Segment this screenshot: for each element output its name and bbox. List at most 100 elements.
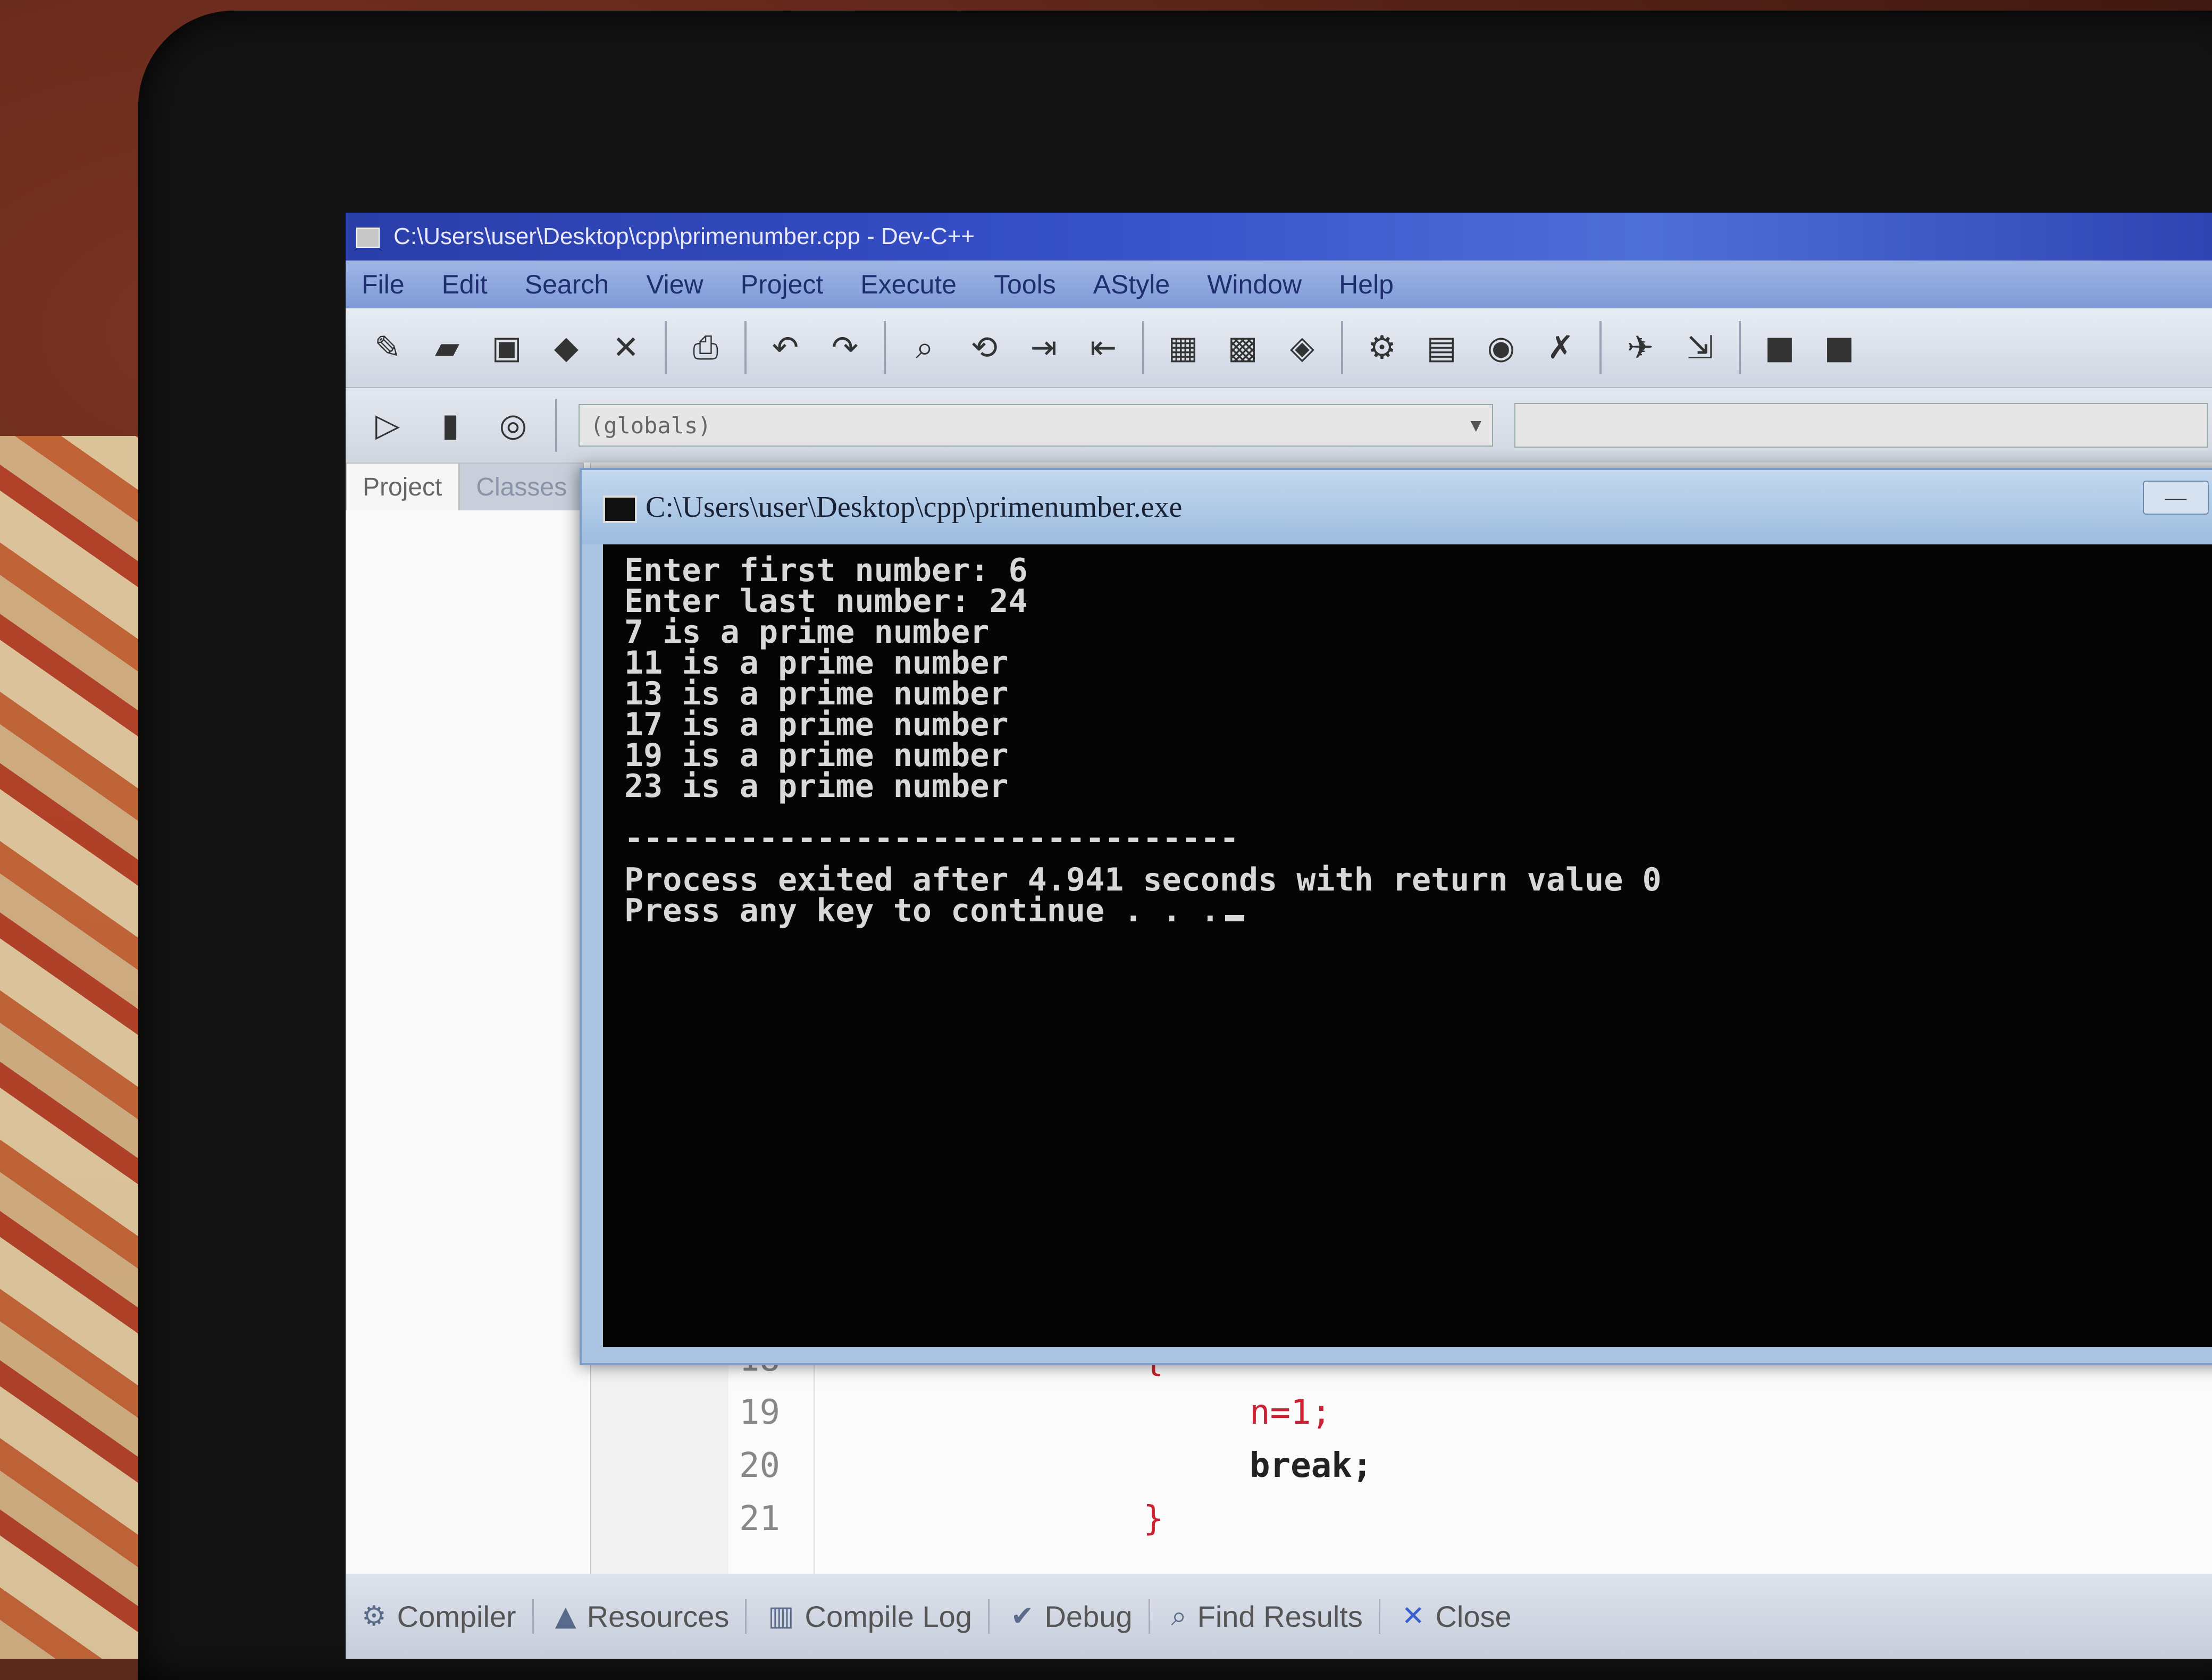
code-line: n=1; bbox=[1250, 1393, 1332, 1432]
save-all-icon[interactable]: ◆ bbox=[546, 327, 587, 368]
insert-icon[interactable]: ▷ bbox=[367, 405, 408, 446]
resources-icon: ▲ bbox=[555, 1600, 576, 1632]
console-line: Enter last number: 24 bbox=[624, 583, 1028, 620]
tab-debug-label: Debug bbox=[1044, 1599, 1133, 1633]
project-panel-tabs: Project Classes bbox=[346, 463, 590, 510]
main-toolbar: ✎ ▰ ▣ ◆ ✕ ⎙ ↶ ↷ ⌕ ⟲ ⇥ ⇤ ▦ ▩ ◈ ⚙ ▤ ◉ ✗ ✈ … bbox=[346, 308, 2212, 388]
code-line: } bbox=[1143, 1499, 1164, 1539]
tab-resources-label: Resources bbox=[586, 1599, 730, 1633]
toolbar-separator bbox=[555, 399, 557, 452]
console-line: 19 is a prime number bbox=[624, 737, 1009, 774]
scope-value: (globals) bbox=[590, 412, 711, 439]
project-panel: Project Classes bbox=[346, 463, 591, 1579]
tab-debug[interactable]: ✔ Debug bbox=[1011, 1599, 1150, 1634]
save-icon[interactable]: ▣ bbox=[486, 327, 527, 368]
console-line: 23 is a prime number bbox=[624, 768, 1009, 805]
menu-help[interactable]: Help bbox=[1339, 269, 1394, 300]
minimize-button[interactable]: — bbox=[2143, 481, 2209, 515]
window-icon[interactable]: ■ bbox=[1819, 327, 1860, 368]
tab-classes[interactable]: Classes bbox=[459, 463, 584, 510]
new-file-icon[interactable]: ✎ bbox=[367, 327, 408, 368]
ide-window-title: C:\Users\user\Desktop\cpp\primenumber.cp… bbox=[393, 223, 975, 249]
chevron-down-icon: ▼ bbox=[1470, 415, 1481, 436]
menu-execute[interactable]: Execute bbox=[860, 269, 957, 300]
tab-close[interactable]: ✕ Close bbox=[1402, 1599, 1528, 1634]
tab-project[interactable]: Project bbox=[346, 463, 459, 510]
delete-profile-icon[interactable]: ✗ bbox=[1540, 327, 1581, 368]
symbol-dropdown[interactable] bbox=[1514, 403, 2208, 448]
find-icon[interactable]: ⌕ bbox=[904, 327, 945, 368]
tab-compile-log-label: Compile Log bbox=[805, 1599, 972, 1633]
secondary-toolbar: ▷ ▮ ◎ (globals) ▼ bbox=[346, 388, 2212, 463]
undo-icon[interactable]: ↶ bbox=[765, 327, 806, 368]
compile-log-icon: ▥ bbox=[768, 1600, 794, 1632]
line-number: 20 bbox=[739, 1446, 781, 1485]
console-line: 13 is a prime number bbox=[624, 675, 1009, 712]
search-icon: ⌕ bbox=[1171, 1600, 1187, 1632]
close-file-icon[interactable]: ✕ bbox=[605, 327, 647, 368]
console-line: 7 is a prime number bbox=[624, 614, 990, 651]
indent-icon[interactable]: ⇥ bbox=[1023, 327, 1065, 368]
code-line: break; bbox=[1250, 1446, 1373, 1485]
line-number: 19 bbox=[739, 1393, 781, 1432]
console-line: Enter first number: 6 bbox=[624, 552, 1028, 589]
bottom-dock-tabs: ⚙ Compiler ▲ Resources ▥ Compile Log ✔ D… bbox=[346, 1574, 2212, 1659]
debug-icon[interactable]: ⚙ bbox=[1361, 327, 1403, 368]
menu-edit[interactable]: Edit bbox=[442, 269, 488, 300]
laptop-screen: C:\Users\user\Desktop\cpp\primenumber.cp… bbox=[346, 213, 2212, 1659]
console-output[interactable]: Enter first number: 6 Enter last number:… bbox=[603, 544, 2212, 1347]
exit-icon[interactable]: ⇲ bbox=[1679, 327, 1721, 368]
toolbar-separator bbox=[884, 321, 886, 374]
compiler-icon: ⚙ bbox=[362, 1600, 387, 1632]
exit-message: Process exited after 4.941 seconds with … bbox=[624, 861, 1662, 898]
menu-file[interactable]: File bbox=[362, 269, 405, 300]
tab-find-results[interactable]: ⌕ Find Results bbox=[1171, 1599, 1380, 1634]
scope-dropdown[interactable]: (globals) ▼ bbox=[579, 404, 1493, 447]
goto-icon[interactable]: ✈ bbox=[1620, 327, 1661, 368]
menu-project[interactable]: Project bbox=[741, 269, 824, 300]
tab-resources[interactable]: ▲ Resources bbox=[555, 1599, 747, 1634]
open-folder-icon[interactable]: ▰ bbox=[426, 327, 468, 368]
replace-icon[interactable]: ⟲ bbox=[963, 327, 1005, 368]
console-window-title: C:\Users\user\Desktop\cpp\primenumber.ex… bbox=[646, 491, 1183, 524]
devcpp-app-icon bbox=[356, 228, 380, 248]
tab-close-label: Close bbox=[1435, 1599, 1512, 1633]
toolbar-separator bbox=[665, 321, 667, 374]
menu-bar: File Edit Search View Project Execute To… bbox=[346, 261, 2212, 308]
menu-window[interactable]: Window bbox=[1207, 269, 1302, 300]
run-icon[interactable]: ▩ bbox=[1222, 327, 1263, 368]
continue-prompt-line: Press any key to continue . . . bbox=[624, 892, 2203, 929]
tab-compiler[interactable]: ⚙ Compiler bbox=[362, 1599, 534, 1634]
goto-bookmark-icon[interactable]: ◎ bbox=[492, 405, 534, 446]
toolbar-separator bbox=[1599, 321, 1602, 374]
line-number: 21 bbox=[739, 1499, 781, 1539]
menu-astyle[interactable]: AStyle bbox=[1093, 269, 1170, 300]
toolbar-separator bbox=[1341, 321, 1343, 374]
console-line: 11 is a prime number bbox=[624, 644, 1009, 682]
continue-prompt: Press any key to continue . . . bbox=[624, 892, 1220, 929]
console-divider: -------------------------------- bbox=[624, 820, 1239, 857]
chart-icon[interactable]: ▤ bbox=[1421, 327, 1462, 368]
fullscreen-icon[interactable]: ■ bbox=[1759, 327, 1800, 368]
menu-search[interactable]: Search bbox=[525, 269, 609, 300]
menu-view[interactable]: View bbox=[646, 269, 703, 300]
compile-run-icon[interactable]: ◈ bbox=[1281, 327, 1323, 368]
console-window[interactable]: C:\Users\user\Desktop\cpp\primenumber.ex… bbox=[580, 468, 2212, 1365]
tab-compile-log[interactable]: ▥ Compile Log bbox=[768, 1599, 990, 1634]
console-title-bar[interactable]: C:\Users\user\Desktop\cpp\primenumber.ex… bbox=[582, 470, 2212, 544]
compile-icon[interactable]: ▦ bbox=[1162, 327, 1204, 368]
bookmark-icon[interactable]: ▮ bbox=[430, 405, 471, 446]
unindent-icon[interactable]: ⇤ bbox=[1083, 327, 1124, 368]
toolbar-separator bbox=[1142, 321, 1144, 374]
toolbar-separator bbox=[744, 321, 747, 374]
tab-compiler-label: Compiler bbox=[397, 1599, 516, 1633]
ide-title-bar: C:\Users\user\Desktop\cpp\primenumber.cp… bbox=[346, 213, 2212, 261]
console-icon bbox=[603, 495, 637, 523]
redo-icon[interactable]: ↷ bbox=[824, 327, 866, 368]
tab-find-results-label: Find Results bbox=[1197, 1599, 1363, 1633]
print-icon[interactable]: ⎙ bbox=[685, 327, 726, 368]
console-line: 17 is a prime number bbox=[624, 706, 1009, 743]
menu-tools[interactable]: Tools bbox=[994, 269, 1056, 300]
profile-icon[interactable]: ◉ bbox=[1480, 327, 1522, 368]
toolbar-separator bbox=[1739, 321, 1741, 374]
